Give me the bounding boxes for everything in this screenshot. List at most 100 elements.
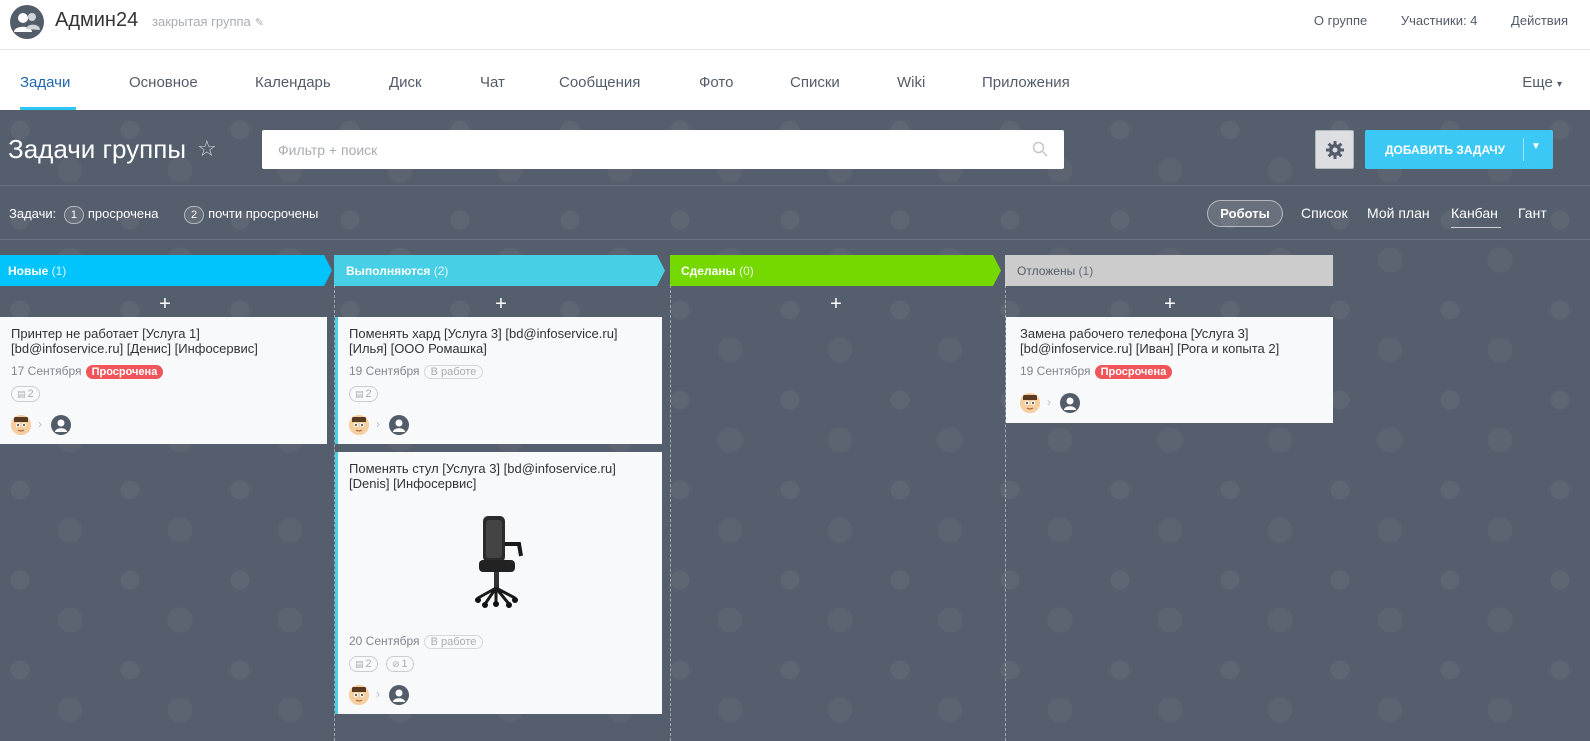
task-people: › <box>1020 393 1100 413</box>
star-icon[interactable]: ☆ <box>197 136 217 162</box>
group-title[interactable]: Админ24 <box>55 9 138 32</box>
task-people: › <box>349 685 429 705</box>
tab-photo[interactable]: Фото <box>699 74 733 91</box>
task-title[interactable]: Поменять стул [Услуга 3] [bd@infoservice… <box>349 461 649 491</box>
comments-badge[interactable]: ▤ 2 <box>349 656 378 672</box>
column-title: Отложены (1) <box>1017 264 1093 278</box>
overdue-label: просрочена <box>87 206 159 221</box>
creator-avatar[interactable] <box>349 685 369 705</box>
column-count: (1) <box>51 264 67 278</box>
column-count: (0) <box>739 264 754 278</box>
group-type: закрытая группа <box>152 14 251 29</box>
active-view-indicator <box>1451 227 1501 228</box>
tasks-workspace: Задачи группы ☆ ДОБАВИТЬ ЗАДАЧУ ▼ Задачи… <box>0 110 1590 741</box>
column-title: Выполняются (2) <box>346 264 448 278</box>
creator-avatar[interactable] <box>11 415 31 435</box>
tab-chat[interactable]: Чат <box>480 74 505 91</box>
task-card[interactable]: Поменять хард [Услуга 3] [bd@infoservice… <box>335 317 662 444</box>
task-title[interactable]: Поменять хард [Услуга 3] [bd@infoservice… <box>349 326 649 356</box>
add-card-button[interactable]: + <box>155 293 175 316</box>
task-title[interactable]: Принтер не работает [Услуга 1] [bd@infos… <box>11 326 311 356</box>
status-badge: В работе <box>423 365 484 379</box>
task-title[interactable]: Замена рабочего телефона [Услуга 3] [bd@… <box>1020 326 1320 356</box>
overdue-count: 1 <box>63 206 84 224</box>
tab-wiki[interactable]: Wiki <box>897 74 925 91</box>
add-card-button[interactable]: + <box>826 293 846 316</box>
deadline-date: 19 Сентября <box>1020 364 1091 378</box>
task-deadline: 17 Сентября Просрочена <box>11 364 164 379</box>
tab-bar: Задачи Основное Календарь Диск Чат Сообщ… <box>0 51 1590 110</box>
almost-overdue-label: почти просрочены <box>208 206 319 221</box>
add-card-button[interactable]: + <box>1160 293 1180 316</box>
chevron-right-icon: › <box>376 417 380 431</box>
top-bar: Админ24 закрытая группа ✎ О группе Участн… <box>0 0 1590 50</box>
add-task-button[interactable]: ДОБАВИТЬ ЗАДАЧУ ▼ <box>1365 130 1553 169</box>
status-badge: Просрочена <box>1094 365 1173 379</box>
task-deadline: 19 Сентября В работе <box>349 364 484 379</box>
tab-calendar[interactable]: Календарь <box>255 74 331 91</box>
search-input[interactable] <box>262 130 1002 169</box>
comment-icon: ▤ <box>17 389 26 399</box>
group-links: О группе Участники: 4 Действия <box>1284 13 1568 28</box>
about-group-link[interactable]: О группе <box>1314 13 1367 28</box>
chevron-right-icon: › <box>376 687 380 701</box>
column-separator <box>670 285 671 741</box>
almost-overdue-counter[interactable]: 2 почти просрочены <box>180 206 318 224</box>
actions-link[interactable]: Действия <box>1511 13 1568 28</box>
view-list[interactable]: Список <box>1301 205 1348 221</box>
comments-count: 2 <box>365 388 372 400</box>
comment-icon: ▤ <box>355 659 364 669</box>
members-link[interactable]: Участники: 4 <box>1401 13 1478 28</box>
task-people: › <box>11 415 91 435</box>
files-count: 1 <box>401 658 408 670</box>
gear-icon <box>1326 141 1344 159</box>
tab-tasks[interactable]: Задачи <box>20 74 70 91</box>
task-people: › <box>349 415 429 435</box>
files-badge[interactable]: ⊘ 1 <box>386 656 414 672</box>
tab-lists[interactable]: Списки <box>790 74 840 91</box>
column-name: Новые <box>8 264 49 278</box>
divider <box>0 185 1590 186</box>
counters-prefix: Задачи: <box>9 206 57 221</box>
task-card[interactable]: Принтер не работает [Услуга 1] [bd@infos… <box>0 317 327 444</box>
column-name: Выполняются <box>346 264 431 278</box>
task-card[interactable]: Поменять стул [Услуга 3] [bd@infoservice… <box>335 452 662 714</box>
column-count: (2) <box>433 264 449 278</box>
group-avatar-icon[interactable] <box>10 5 44 39</box>
task-card[interactable]: Замена рабочего телефона [Услуга 3] [bd@… <box>1006 317 1333 423</box>
responsible-user-icon[interactable] <box>51 415 71 435</box>
comments-badge[interactable]: ▤ 2 <box>11 386 40 402</box>
view-gantt[interactable]: Гант <box>1518 205 1547 221</box>
robots-button[interactable]: Роботы <box>1207 200 1283 227</box>
comments-badge[interactable]: ▤ 2 <box>349 386 378 402</box>
responsible-user-icon[interactable] <box>1060 393 1080 413</box>
tab-disk[interactable]: Диск <box>389 74 422 91</box>
page-title: Задачи группы <box>8 134 187 164</box>
group-subtitle: закрытая группа ✎ <box>152 14 264 29</box>
task-counters: Задачи: 1 просрочена 2 почти просрочены <box>9 206 336 224</box>
view-my-plan[interactable]: Мой план <box>1367 205 1430 221</box>
comments-count: 2 <box>27 388 34 400</box>
tab-messages[interactable]: Сообщения <box>559 74 640 91</box>
responsible-user-icon[interactable] <box>389 685 409 705</box>
tab-apps[interactable]: Приложения <box>982 74 1070 91</box>
search-icon[interactable] <box>1032 141 1048 157</box>
overdue-counter[interactable]: 1 просрочена <box>60 206 159 224</box>
comment-icon: ▤ <box>355 389 364 399</box>
add-task-dropdown-icon[interactable]: ▼ <box>1531 141 1541 152</box>
task-deadline: 19 Сентября Просрочена <box>1020 364 1173 379</box>
deadline-date: 17 Сентября <box>11 364 82 378</box>
pencil-icon[interactable]: ✎ <box>255 16 264 29</box>
settings-button[interactable] <box>1315 130 1354 169</box>
chair-image[interactable] <box>473 514 533 608</box>
creator-avatar[interactable] <box>1020 393 1040 413</box>
view-kanban[interactable]: Канбан <box>1451 205 1498 221</box>
responsible-user-icon[interactable] <box>389 415 409 435</box>
creator-avatar[interactable] <box>349 415 369 435</box>
column-name: Сделаны <box>681 264 736 278</box>
more-menu[interactable]: Еще ▾ <box>1522 74 1562 91</box>
column-name: Отложены <box>1017 264 1076 278</box>
add-card-button[interactable]: + <box>491 293 511 316</box>
divider <box>0 239 1590 240</box>
tab-main[interactable]: Основное <box>129 74 198 91</box>
